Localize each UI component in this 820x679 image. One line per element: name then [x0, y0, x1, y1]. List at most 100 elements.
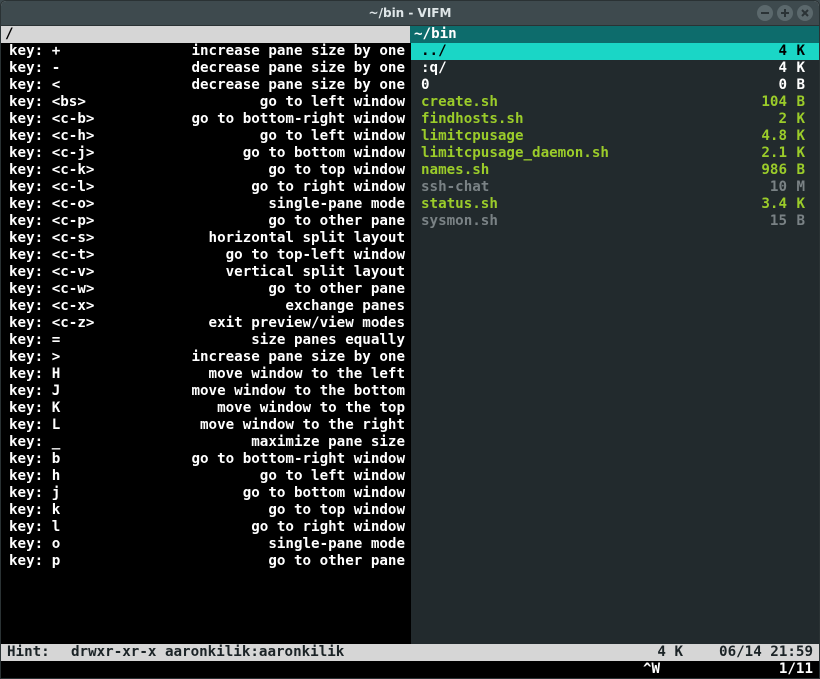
key-name: key: <c-w> [9, 281, 129, 298]
terminal: / ~/bin key: +increase pane size by onek… [1, 26, 819, 678]
key-help-row: key: <c-l>go to right window [1, 179, 409, 196]
file-size-unit: K [787, 43, 809, 60]
file-size: 4 [747, 43, 787, 60]
status-size: 4 K [623, 644, 683, 661]
key-help-row: key: <c-z>exit preview/view modes [1, 315, 409, 332]
key-help-row: key: <c-s>horizontal split layout [1, 230, 409, 247]
file-name: names.sh [421, 162, 747, 179]
key-name: key: <c-v> [9, 264, 129, 281]
left-pane-path[interactable]: / [1, 26, 410, 43]
key-help-row: key: <c-k>go to top window [1, 162, 409, 179]
key-help-row: key: <c-t>go to top-left window [1, 247, 409, 264]
key-help-row: key: >increase pane size by one [1, 349, 409, 366]
key-desc: single-pane mode [129, 196, 409, 213]
key-name: key: H [9, 366, 129, 383]
file-row[interactable]: sysmon.sh15B [411, 213, 819, 230]
key-help-row: key: Lmove window to the right [1, 417, 409, 434]
file-name: ssh-chat [421, 179, 747, 196]
key-help-row: key: <bs>go to left window [1, 94, 409, 111]
file-row[interactable]: ssh-chat10M [411, 179, 819, 196]
file-size-unit: B [787, 162, 809, 179]
file-name: sysmon.sh [421, 213, 747, 230]
window-controls [757, 5, 813, 21]
key-desc: exchange panes [129, 298, 409, 315]
file-row[interactable]: status.sh3.4K [411, 196, 819, 213]
key-help-row: key: lgo to right window [1, 519, 409, 536]
key-help-row: key: <c-j>go to bottom window [1, 145, 409, 162]
key-name: key: p [9, 553, 129, 570]
command-bar[interactable]: ^W 1/11 [1, 661, 819, 678]
key-help-row: key: <c-w>go to other pane [1, 281, 409, 298]
key-help-row: key: -decrease pane size by one [1, 60, 409, 77]
key-name: key: <c-b> [9, 111, 129, 128]
key-desc: go to bottom window [129, 145, 409, 162]
minimize-icon[interactable] [757, 5, 773, 21]
right-pane-path[interactable]: ~/bin [410, 26, 819, 43]
key-help-row: key: Jmove window to the bottom [1, 383, 409, 400]
key-name: key: <c-l> [9, 179, 129, 196]
key-name: key: j [9, 485, 129, 502]
file-row[interactable]: ../4K [411, 43, 819, 60]
status-date: 06/14 21:59 [683, 644, 813, 661]
key-desc: go to other pane [129, 213, 409, 230]
file-size-unit: M [787, 179, 809, 196]
file-size-unit: K [787, 145, 809, 162]
key-name: key: <c-j> [9, 145, 129, 162]
key-help-row: key: Hmove window to the left [1, 366, 409, 383]
key-name: key: b [9, 451, 129, 468]
key-desc: increase pane size by one [129, 349, 409, 366]
file-size: 986 [747, 162, 787, 179]
key-help-row: key: =size panes equally [1, 332, 409, 349]
file-size-unit: B [787, 77, 809, 94]
file-row[interactable]: :q/4K [411, 60, 819, 77]
file-name: status.sh [421, 196, 747, 213]
key-help-row: key: <c-h>go to left window [1, 128, 409, 145]
key-desc: horizontal split layout [129, 230, 409, 247]
file-name: ../ [421, 43, 747, 60]
key-desc: move window to the right [129, 417, 409, 434]
maximize-icon[interactable] [777, 5, 793, 21]
position-indicator: 1/11 [743, 661, 813, 678]
key-desc: maximize pane size [129, 434, 409, 451]
key-desc: exit preview/view modes [129, 315, 409, 332]
key-help-row: key: <c-b>go to bottom-right window [1, 111, 409, 128]
file-row[interactable]: limitcpusage_daemon.sh2.1K [411, 145, 819, 162]
status-perms: drwxr-xr-x aaronkilik:aaronkilik [71, 644, 623, 661]
panes: key: +increase pane size by onekey: -dec… [1, 43, 819, 644]
key-help-row: key: <decrease pane size by one [1, 77, 409, 94]
key-desc: decrease pane size by one [129, 60, 409, 77]
file-size-unit: K [787, 196, 809, 213]
key-help-row: key: osingle-pane mode [1, 536, 409, 553]
titlebar[interactable]: ~/bin - VIFM [1, 1, 819, 26]
file-pane[interactable]: ../4K:q/4K00Bcreate.sh104Bfindhosts.sh2K… [411, 43, 819, 644]
close-icon[interactable] [797, 5, 813, 21]
pane-headers: / ~/bin [1, 26, 819, 43]
key-help-row: key: bgo to bottom-right window [1, 451, 409, 468]
key-name: key: L [9, 417, 129, 434]
help-pane[interactable]: key: +increase pane size by onekey: -dec… [1, 43, 409, 644]
key-desc: go to left window [129, 94, 409, 111]
key-desc: vertical split layout [129, 264, 409, 281]
key-name: key: J [9, 383, 129, 400]
mode-indicator: ^W [643, 661, 743, 678]
window-title: ~/bin - VIFM [369, 5, 452, 22]
file-size-unit: K [787, 128, 809, 145]
key-name: key: > [9, 349, 129, 366]
key-name: key: < [9, 77, 129, 94]
key-help-row: key: <c-p>go to other pane [1, 213, 409, 230]
key-desc: go to top-left window [129, 247, 409, 264]
file-size-unit: K [787, 60, 809, 77]
file-row[interactable]: create.sh104B [411, 94, 819, 111]
key-desc: decrease pane size by one [129, 77, 409, 94]
key-desc: go to other pane [129, 553, 409, 570]
file-size: 10 [747, 179, 787, 196]
key-desc: go to top window [129, 502, 409, 519]
file-row[interactable]: names.sh986B [411, 162, 819, 179]
key-help-row: key: _maximize pane size [1, 434, 409, 451]
key-desc: go to top window [129, 162, 409, 179]
file-name: 0 [421, 77, 747, 94]
key-desc: go to right window [129, 519, 409, 536]
file-row[interactable]: limitcpusage4.8K [411, 128, 819, 145]
file-row[interactable]: 00B [411, 77, 819, 94]
file-row[interactable]: findhosts.sh2K [411, 111, 819, 128]
